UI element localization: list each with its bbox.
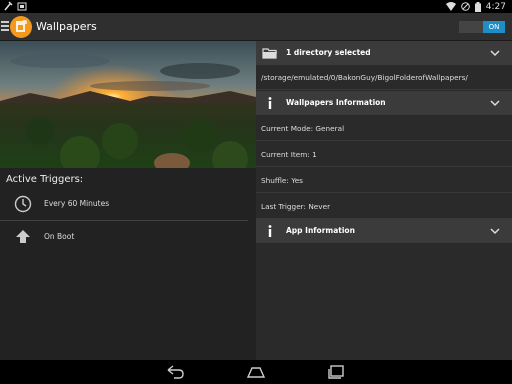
clock-icon (14, 195, 32, 213)
boot-arrow-icon (16, 230, 30, 243)
info-row-text: Shuffle: Yes (261, 176, 303, 185)
toggle-on-label: ON (483, 21, 505, 33)
tool-icon (4, 1, 13, 11)
action-bar: Wallpapers ON (0, 13, 512, 41)
enable-toggle[interactable]: ON (459, 21, 505, 33)
app-info-label: App Information (286, 226, 355, 235)
wallpapers-info-label: Wallpapers Information (286, 98, 386, 107)
wallpaper-preview[interactable] (0, 41, 256, 168)
status-time: 4:27 (485, 1, 506, 12)
wallpaper-changer-icon (16, 20, 27, 32)
no-signal-icon (460, 2, 470, 11)
trigger-label: Every 60 Minutes (44, 199, 110, 208)
page-title: Wallpapers (36, 20, 97, 33)
info-row-text: Current Mode: General (261, 124, 345, 133)
back-icon[interactable] (165, 364, 185, 380)
navigation-bar (0, 360, 512, 384)
trigger-item-interval[interactable]: Every 60 Minutes (0, 188, 248, 221)
chevron-down-icon[interactable] (490, 226, 500, 236)
app-logo[interactable] (10, 16, 32, 38)
info-row-text: Last Trigger: Never (261, 202, 331, 211)
battery-icon (474, 1, 481, 12)
image-notification-icon (17, 2, 27, 11)
directory-path: /storage/emulated/0/BakonGuy/BigolFolder… (261, 73, 468, 82)
directory-header[interactable]: 1 directory selected (256, 41, 512, 65)
info-row-item: Current Item: 1 (256, 142, 512, 167)
drawer-menu-icon[interactable] (1, 21, 9, 33)
folder-icon (262, 48, 277, 59)
app-info-header[interactable]: App Information (256, 219, 512, 243)
info-icon (268, 97, 272, 109)
trigger-label: On Boot (44, 232, 75, 241)
directory-header-label: 1 directory selected (286, 48, 371, 57)
sunset-landscape-image (0, 41, 256, 168)
info-row-last-trigger: Last Trigger: Never (256, 194, 512, 219)
wifi-icon (445, 2, 456, 11)
details-pane: 1 directory selected /storage/emulated/0… (256, 41, 512, 360)
info-icon (268, 225, 272, 237)
info-row-text: Current Item: 1 (261, 150, 317, 159)
trigger-item-boot[interactable]: On Boot (0, 221, 248, 254)
status-bar: 4:27 (0, 0, 512, 13)
recent-apps-icon[interactable] (327, 364, 347, 380)
info-row-shuffle: Shuffle: Yes (256, 168, 512, 193)
home-icon[interactable] (246, 364, 266, 380)
directory-path-row[interactable]: /storage/emulated/0/BakonGuy/BigolFolder… (256, 65, 512, 90)
active-triggers-heading: Active Triggers: (6, 174, 84, 185)
info-row-mode: Current Mode: General (256, 116, 512, 141)
wallpapers-info-header[interactable]: Wallpapers Information (256, 91, 512, 115)
chevron-down-icon[interactable] (490, 98, 500, 108)
chevron-down-icon[interactable] (490, 48, 500, 58)
